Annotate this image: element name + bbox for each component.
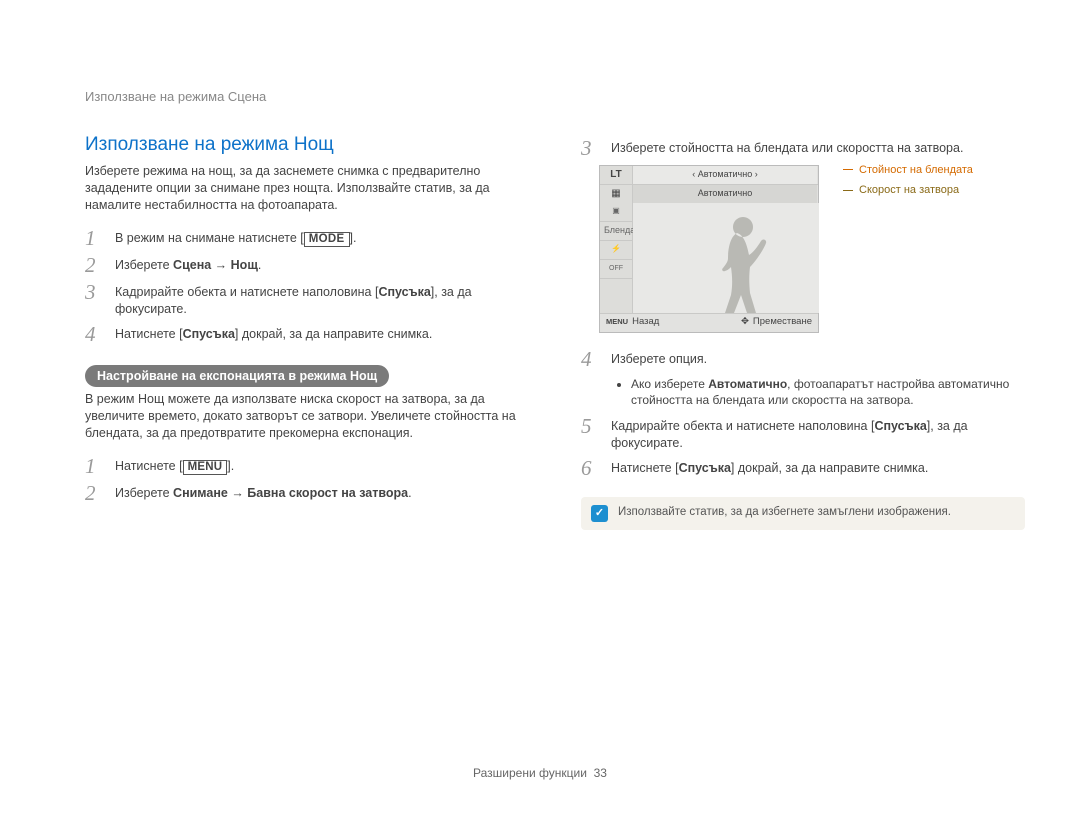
lcd-back-hint: MENU Назад [600, 314, 709, 332]
page-footer: Разширени функции 33 [0, 765, 1080, 781]
left-column: Използване на режима Нощ Изберете режима… [85, 132, 529, 530]
step-text: Изберете стойността на блендата или скор… [611, 138, 963, 157]
step-number: 3 [85, 282, 115, 303]
step-text: Кадрирайте обекта и натиснете наполовина… [611, 416, 1025, 452]
right-column: 3 Изберете стойността на блендата или ск… [581, 132, 1025, 530]
steps-a: 1 В режим на снимане натиснете [MODE]. 2… [85, 228, 529, 345]
intro-paragraph: Изберете режима на нощ, за да заснемете … [85, 163, 529, 214]
lcd-label-blenda: Бленда [600, 222, 632, 241]
info-icon: ✓ [591, 505, 608, 522]
lcd-menu-small: MENU [606, 317, 628, 327]
lcd-value-aperture-auto: ‹ Автоматично › [633, 166, 818, 184]
steps-c: 3 Изберете стойността на блендата или ск… [581, 138, 1025, 159]
lcd-off-icon: OFF [600, 260, 632, 279]
two-columns: Използване на режима Нощ Изберете режима… [85, 132, 1025, 530]
step-number: 1 [85, 228, 115, 249]
steps-d: 4 Изберете опция. [581, 349, 1025, 370]
step-4-sub: Ако изберете Автоматично, фотоапаратът н… [615, 376, 1025, 408]
lcd-grid-icon: ▦ [600, 185, 633, 203]
lcd-callouts: Стойност на блендата Скорост на затвора [843, 163, 973, 199]
lcd-flash-icon: ⚡ [600, 241, 632, 260]
camera-lcd: LT ‹ Автоматично › ▦ Автоматично ▣ Бленд… [599, 165, 819, 333]
step-number: 3 [581, 138, 611, 159]
lcd-preview [633, 203, 819, 313]
step-number: 5 [581, 416, 611, 437]
step-text: Изберете опция. [611, 349, 707, 368]
breadcrumb: Използване на режима Сцена [85, 88, 1025, 106]
step-text: Натиснете [MENU]. [115, 456, 234, 475]
step-number: 4 [85, 324, 115, 345]
step-text: В режим на снимане натиснете [MODE]. [115, 228, 356, 247]
step-text: Изберете Снимане → Бавна скорост на затв… [115, 483, 412, 502]
step-number: 6 [581, 458, 611, 479]
tip-box: ✓ Използвайте статив, за да избегнете за… [581, 497, 1025, 530]
step-text: Натиснете [Спусъка] докрай, за да направ… [115, 324, 432, 343]
lcd-figure: LT ‹ Автоматично › ▦ Автоматично ▣ Бленд… [599, 165, 1025, 333]
mode-button: MODE [304, 232, 350, 247]
step-text: Кадрирайте обекта и натиснете наполовина… [115, 282, 529, 318]
manual-page: Използване на режима Сцена Използване на… [0, 0, 1080, 815]
steps-b: 1 Натиснете [MENU]. 2 Изберете Снимане →… [85, 456, 529, 504]
lcd-aperture-icon: ▣ [600, 203, 632, 222]
person-silhouette-icon [633, 203, 819, 313]
sub-bullet: Ако изберете Автоматично, фотоапаратът н… [631, 376, 1025, 408]
subheading-pill: Настройване на експонацията в режима Нощ [85, 365, 389, 388]
section-title: Използване на режима Нощ [85, 132, 529, 158]
move-icon: ✥ [741, 316, 749, 329]
step-number: 2 [85, 255, 115, 276]
step-number: 1 [85, 456, 115, 477]
step-text: Натиснете [Спусъка] докрай, за да направ… [611, 458, 928, 477]
lcd-lt-badge: LT [600, 166, 633, 184]
step-number: 2 [85, 483, 115, 504]
step-text: Изберете Сцена → Нощ. [115, 255, 261, 274]
lcd-move-hint: ✥ Преместване [709, 314, 818, 332]
callout-shutter-speed: Скорост на затвора [843, 183, 973, 198]
menu-button: MENU [183, 460, 228, 475]
lcd-spacer [600, 279, 632, 313]
footer-section: Разширени функции [473, 766, 587, 780]
sub-intro-paragraph: В режим Нощ можете да използвате ниска с… [85, 391, 529, 442]
tip-text: Използвайте статив, за да избегнете замъ… [618, 505, 951, 521]
callout-aperture-value: Стойност на блендата [843, 163, 973, 178]
steps-e: 5 Кадрирайте обекта и натиснете наполови… [581, 416, 1025, 479]
step-number: 4 [581, 349, 611, 370]
footer-page-number: 33 [594, 766, 607, 780]
lcd-value-shutter-auto: Автоматично [633, 185, 818, 203]
